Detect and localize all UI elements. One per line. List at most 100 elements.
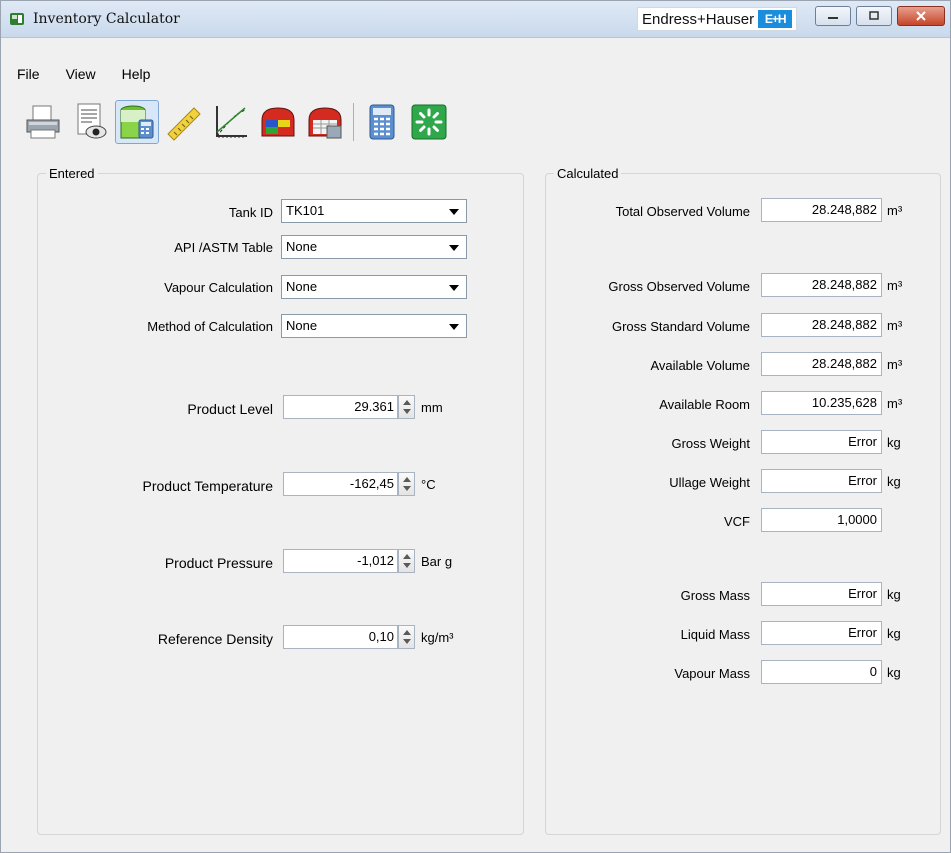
arrow-down-icon [403,486,411,491]
tank-colors-icon [261,107,295,137]
arrow-up-icon [403,630,411,635]
menu-file[interactable]: File [1,61,53,87]
print-button[interactable] [21,100,65,144]
print-preview-button[interactable] [68,100,112,144]
maximize-icon [869,11,879,20]
api-table-select[interactable]: None [281,235,467,259]
gross-mass-value: Error [761,582,882,606]
product-pressure-stepper[interactable] [398,549,415,573]
maximize-button[interactable] [856,6,892,26]
chevron-down-icon [449,209,459,215]
liquid-mass-value: Error [761,621,882,645]
product-temperature-input[interactable]: -162,45 [283,472,398,496]
ruler-button[interactable] [162,100,206,144]
product-temperature-unit: °C [421,477,436,492]
tank-calculator-icon [120,105,154,139]
brand-logo: Endress+Hauser E+H [637,7,798,31]
minimize-button[interactable] [815,6,851,26]
arrow-down-icon [403,639,411,644]
gross-observed-volume-label: Gross Observed Volume [608,279,750,294]
arrow-down-icon [403,563,411,568]
method-of-calculation-value: None [286,318,318,333]
vcf-label: VCF [724,514,750,529]
print-preview-icon [77,103,107,139]
minimize-icon [828,17,838,19]
total-observed-volume-label: Total Observed Volume [615,204,750,219]
liquid-mass-label: Liquid Mass [680,627,750,642]
eh-logo-icon: E+H [758,10,793,28]
chart-button[interactable] [209,100,253,144]
toolbar [21,96,454,148]
app-icon [10,13,24,25]
total-observed-volume-unit: m³ [887,203,903,218]
vapour-calculation-value: None [286,279,318,294]
inventory-calculator-window: Inventory Calculator Endress+Hauser E+H … [0,0,951,853]
arrow-up-icon [403,400,411,405]
chart-icon [216,106,247,138]
product-pressure-input[interactable]: -1,012 [283,549,398,573]
reference-density-unit: kg/m³ [421,630,454,645]
arrow-down-icon [403,409,411,414]
vapour-calculation-label: Vapour Calculation [164,280,273,295]
api-table-value: None [286,239,318,254]
product-level-stepper[interactable] [398,395,415,419]
chevron-down-icon [449,324,459,330]
api-table-label: API /ASTM Table [174,240,273,255]
gross-mass-unit: kg [887,587,901,602]
available-volume-unit: m³ [887,357,903,372]
tank-table-button[interactable] [303,100,347,144]
vapour-mass-label: Vapour Mass [674,666,750,681]
menu-view[interactable]: View [53,61,109,87]
printer-icon [26,105,60,139]
product-level-label: Product Level [187,401,273,417]
gross-weight-unit: kg [887,435,901,450]
product-temperature-stepper[interactable] [398,472,415,496]
vcf-value: 1,0000 [761,508,882,532]
gross-mass-label: Gross Mass [680,588,750,603]
arrow-up-icon [403,554,411,559]
product-temperature-label: Product Temperature [142,478,273,494]
calculated-legend: Calculated [554,166,622,181]
calculator-button[interactable] [360,100,404,144]
product-level-input[interactable]: 29.361 [283,395,398,419]
ruler-icon [167,107,201,141]
gross-weight-label: Gross Weight [671,436,750,451]
method-of-calculation-select[interactable]: None [281,314,467,338]
vapour-mass-unit: kg [887,665,901,680]
available-room-value: 10.235,628 [761,391,882,415]
gross-observed-volume-unit: m³ [887,278,903,293]
tank-id-label: Tank ID [228,205,273,220]
ullage-weight-value: Error [761,469,882,493]
gross-standard-volume-value: 28.248,882 [761,313,882,337]
vapour-calculation-select[interactable]: None [281,275,467,299]
reference-density-label: Reference Density [157,631,273,647]
calculator-icon [369,104,395,140]
ullage-weight-unit: kg [887,474,901,489]
window-title: Inventory Calculator [33,11,180,27]
arrow-up-icon [403,477,411,482]
reference-density-stepper[interactable] [398,625,415,649]
available-volume-label: Available Volume [650,358,751,373]
product-pressure-label: Product Pressure [164,555,273,571]
total-observed-volume-value: 28.248,882 [761,198,882,222]
menu-bar: File View Help [1,61,950,87]
refresh-button[interactable] [407,100,451,144]
product-pressure-unit: Bar g [421,554,453,569]
close-button[interactable] [897,6,945,26]
reference-density-input[interactable]: 0,10 [283,625,398,649]
refresh-icon [411,104,447,140]
menu-help[interactable]: Help [109,61,164,87]
tank-id-select[interactable]: TK101 [281,199,467,223]
product-level-unit: mm [421,400,443,415]
method-of-calculation-label: Method of Calculation [147,319,273,334]
tank-colors-button[interactable] [256,100,300,144]
tank-table-icon [308,107,342,139]
entered-legend: Entered [46,166,98,181]
chevron-down-icon [449,245,459,251]
liquid-mass-unit: kg [887,626,901,641]
tank-calculator-button[interactable] [115,100,159,144]
title-bar: Inventory Calculator Endress+Hauser E+H [1,1,950,38]
brand-name: Endress+Hauser [642,10,755,28]
available-volume-value: 28.248,882 [761,352,882,376]
available-room-unit: m³ [887,396,903,411]
